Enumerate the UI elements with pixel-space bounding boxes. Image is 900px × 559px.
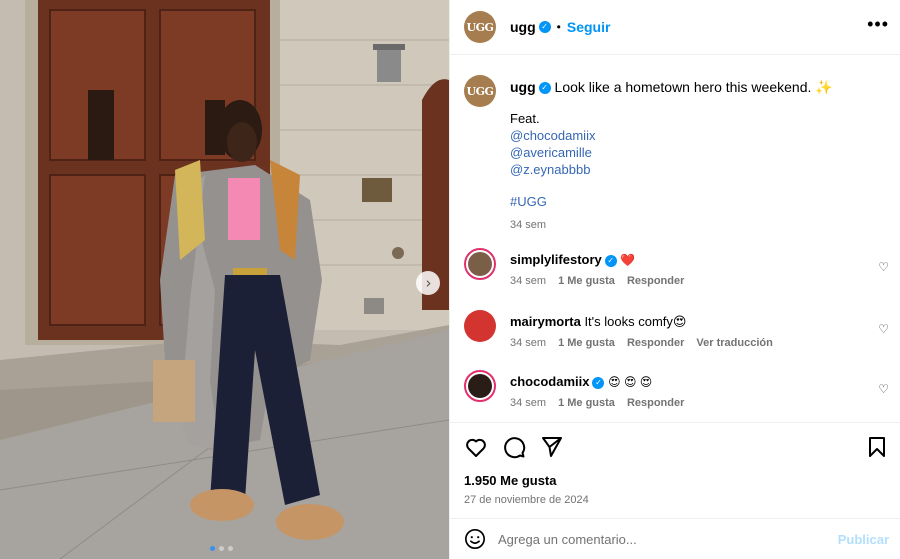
publish-button[interactable]: Publicar [838,532,889,547]
comment-username[interactable]: simplylifestory [510,252,602,267]
avatar[interactable]: UGG [464,11,496,43]
comment-icon[interactable] [502,435,526,459]
comment-likes[interactable]: 1 Me gusta [558,337,615,349]
carousel-dot [228,546,233,551]
heart-icon[interactable] [464,435,488,459]
comment-text: ❤️ [620,253,636,267]
reply-button[interactable]: Responder [627,275,684,287]
translate-button[interactable]: Ver traducción [696,337,772,349]
comment-username[interactable]: mairymorta [510,314,581,329]
carousel-dots [210,546,233,551]
caption-username[interactable]: ugg [510,79,536,95]
verified-badge-icon: ✓ [538,82,551,95]
more-options-icon[interactable]: ••• [867,15,889,33]
separator: • [556,20,561,34]
caption: UGG ugg ✓ Look like a hometown hero this … [464,75,889,231]
like-comment-heart-icon[interactable]: ♡ [878,260,889,274]
carousel-dot [210,546,215,551]
reply-button[interactable]: Responder [627,337,684,349]
post-header: UGG ugg ✓ • Seguir ••• [450,0,900,55]
comment-username[interactable]: chocodamiix [510,374,589,389]
comment-likes[interactable]: 1 Me gusta [558,275,615,287]
avatar-logo-text: UGG [466,20,494,34]
comment-time: 34 sem [510,337,547,349]
post-panel: UGG ugg ✓ • Seguir ••• UGG ugg ✓ Look lik… [449,0,900,559]
comment-text: 😍 😍 😍 [608,375,653,389]
verified-badge-icon: ✓ [604,254,617,267]
like-comment-heart-icon[interactable]: ♡ [878,382,889,396]
comment: simplylifestory ✓ ❤️ 34 sem 1 Me gusta Re… [464,248,889,287]
avatar[interactable] [464,370,496,402]
comment-likes[interactable]: 1 Me gusta [558,397,615,409]
likes-count[interactable]: 1.950 Me gusta [464,473,557,488]
comment-time: 34 sem [510,397,547,409]
post-date: 27 de noviembre de 2024 [464,494,589,506]
mention-link[interactable]: @chocodamiix [510,127,833,144]
comment: chocodamiix ✓ 😍 😍 😍 34 sem 1 Me gusta Res… [464,370,889,409]
avatar[interactable] [464,310,496,342]
hashtag-link[interactable]: #UGG [510,194,833,209]
caption-time: 34 sem [510,219,547,231]
add-comment-bar: Publicar [450,518,900,559]
bookmark-icon[interactable] [865,435,889,459]
caption-text: Look like a hometown hero this weekend. … [554,79,833,95]
post-actions: 1.950 Me gusta 27 de noviembre de 2024 [450,422,900,518]
post-image [0,0,449,559]
avatar[interactable]: UGG [464,75,496,107]
post-photo[interactable]: › [0,0,449,559]
feat-label: Feat. [510,111,540,126]
mention-link[interactable]: @z.eynabbbb [510,161,833,178]
carousel-dot [219,546,224,551]
next-image-button[interactable]: › [416,271,440,295]
verified-badge-icon: ✓ [592,376,605,389]
comment: mairymorta It's looks comfy😍 34 sem 1 Me… [464,310,889,349]
avatar-logo-text: UGG [466,84,494,98]
author-username[interactable]: ugg [510,19,536,35]
avatar[interactable] [464,248,496,280]
mention-link[interactable]: @avericamille [510,144,833,161]
like-comment-heart-icon[interactable]: ♡ [878,322,889,336]
emoji-icon[interactable] [464,528,486,550]
chevron-right-icon: › [425,273,432,292]
reply-button[interactable]: Responder [627,397,684,409]
comment-time: 34 sem [510,275,547,287]
share-icon[interactable] [540,435,564,459]
comment-input[interactable] [498,531,818,547]
verified-badge-icon: ✓ [538,21,551,33]
comment-text: It's looks comfy😍 [584,314,687,329]
follow-button[interactable]: Seguir [567,19,611,35]
